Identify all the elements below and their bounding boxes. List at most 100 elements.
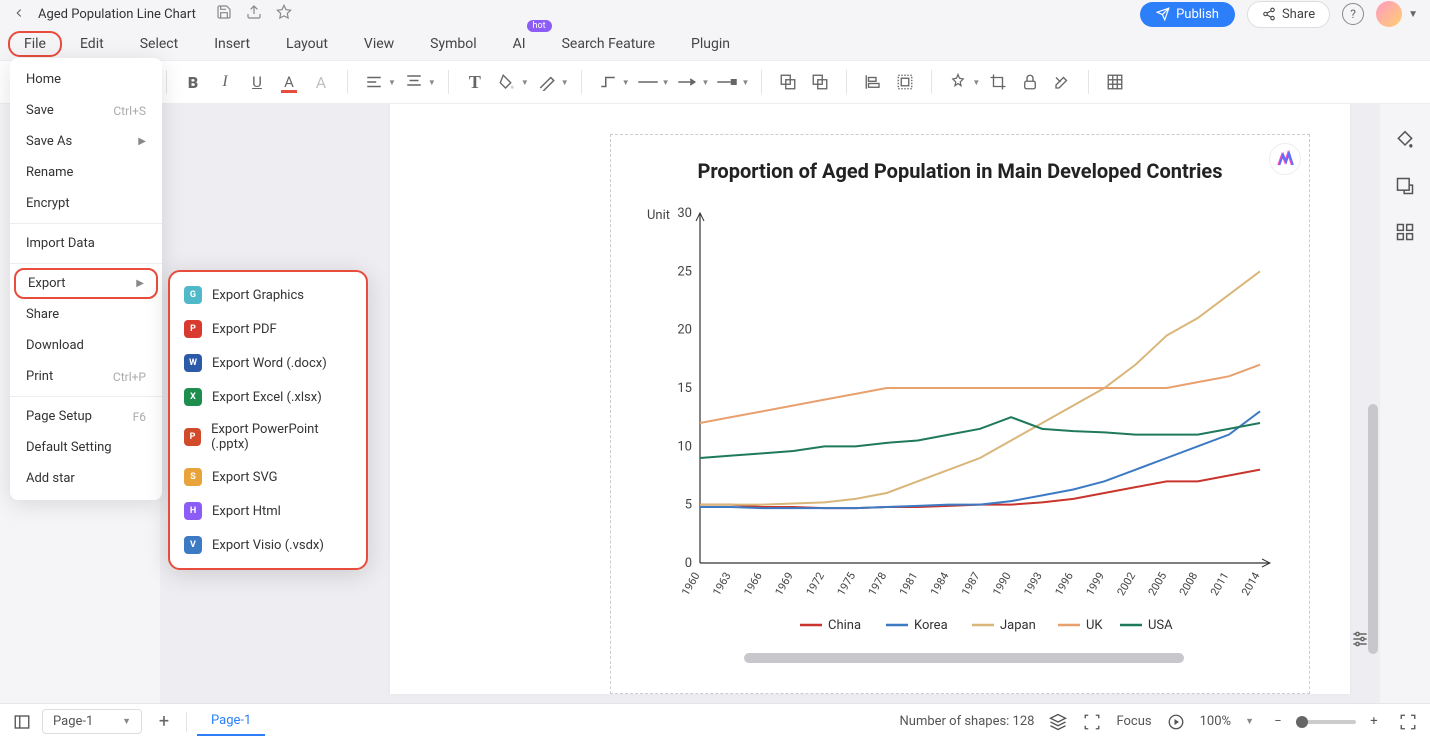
menu-home[interactable]: Home xyxy=(10,64,162,95)
file-type-icon: X xyxy=(184,388,202,406)
chart-container[interactable]: Proportion of Aged Population in Main De… xyxy=(610,134,1310,694)
menu-add-star[interactable]: Add star xyxy=(10,463,162,494)
fill-button[interactable] xyxy=(493,68,521,96)
page-select[interactable]: Page-1▼ xyxy=(42,709,142,734)
svg-text:25: 25 xyxy=(677,264,692,279)
send-back-button[interactable] xyxy=(774,68,802,96)
menu-page-setup[interactable]: Page SetupF6 xyxy=(10,401,162,432)
fontcolor-button[interactable]: A xyxy=(275,68,303,96)
menu-save[interactable]: SaveCtrl+S xyxy=(10,95,162,126)
menu-rename[interactable]: Rename xyxy=(10,157,162,188)
line-style-button[interactable] xyxy=(634,68,662,96)
fullscreen-icon[interactable] xyxy=(1398,712,1418,732)
horizontal-scrollbar[interactable] xyxy=(744,653,1184,663)
svg-text:2011: 2011 xyxy=(1208,570,1232,598)
lock-button[interactable] xyxy=(1016,68,1044,96)
publish-button[interactable]: Publish xyxy=(1140,2,1235,27)
export-export-visio-vsdx[interactable]: VExport Visio (.vsdx) xyxy=(170,528,366,562)
menu-file[interactable]: File xyxy=(8,31,62,57)
align-button[interactable] xyxy=(360,68,388,96)
export-export-graphics[interactable]: GExport Graphics xyxy=(170,278,366,312)
bold-button[interactable]: B xyxy=(179,68,207,96)
svg-text:1996: 1996 xyxy=(1052,570,1076,598)
svg-text:1966: 1966 xyxy=(741,570,765,598)
menu-edit[interactable]: Edit xyxy=(62,30,122,58)
outline-icon[interactable] xyxy=(12,712,32,732)
page-tab[interactable]: Page-1 xyxy=(197,707,265,736)
save-icon[interactable] xyxy=(216,4,232,24)
expand-panel-icon[interactable] xyxy=(1393,174,1417,198)
tools-button[interactable] xyxy=(1048,68,1076,96)
zoom-out-button[interactable]: − xyxy=(1268,712,1288,732)
menu-export[interactable]: Export▶ xyxy=(14,268,158,299)
layers-icon[interactable] xyxy=(1048,712,1068,732)
text-tool-button[interactable]: T xyxy=(461,68,489,96)
export-export-powerpoint-pptx[interactable]: PExport PowerPoint (.pptx) xyxy=(170,414,366,460)
zoom-value[interactable]: 100% xyxy=(1200,714,1231,729)
export-export-word-docx[interactable]: WExport Word (.docx) xyxy=(170,346,366,380)
svg-text:Unit: Unit xyxy=(647,208,670,223)
export-export-excel-xlsx[interactable]: XExport Excel (.xlsx) xyxy=(170,380,366,414)
connector-button[interactable] xyxy=(594,68,622,96)
help-icon[interactable]: ? xyxy=(1342,3,1364,25)
export-export-pdf[interactable]: PExport PDF xyxy=(170,312,366,346)
page[interactable]: Proportion of Aged Population in Main De… xyxy=(390,104,1350,694)
arrow-style-button[interactable] xyxy=(674,68,702,96)
menu-symbol[interactable]: Symbol xyxy=(412,30,494,58)
table-button[interactable] xyxy=(1101,68,1129,96)
menu-insert[interactable]: Insert xyxy=(196,30,268,58)
file-type-icon: S xyxy=(184,468,202,486)
svg-text:1969: 1969 xyxy=(772,570,796,598)
menu-plugin[interactable]: Plugin xyxy=(673,30,748,58)
effects-button[interactable] xyxy=(944,68,972,96)
line-end-button[interactable] xyxy=(713,68,741,96)
menu-share[interactable]: Share xyxy=(10,299,162,330)
export-export-html[interactable]: HExport Html xyxy=(170,494,366,528)
menu-default-setting[interactable]: Default Setting xyxy=(10,432,162,463)
presentation-icon[interactable] xyxy=(1166,712,1186,732)
menu-import-data[interactable]: Import Data xyxy=(10,228,162,259)
align-objects-button[interactable] xyxy=(859,68,887,96)
file-type-icon: V xyxy=(184,536,202,554)
menu-print[interactable]: PrintCtrl+P xyxy=(10,361,162,392)
grid-panel-icon[interactable] xyxy=(1393,220,1417,244)
underline-button[interactable]: U xyxy=(243,68,271,96)
settings-float-icon[interactable] xyxy=(1346,625,1374,653)
shapes-count: Number of shapes: 128 xyxy=(900,714,1035,729)
group-button[interactable] xyxy=(891,68,919,96)
menu-layout[interactable]: Layout xyxy=(268,30,346,58)
crop-button[interactable] xyxy=(984,68,1012,96)
focus-icon[interactable] xyxy=(1082,712,1102,732)
file-type-icon: W xyxy=(184,354,202,372)
avatar[interactable] xyxy=(1376,1,1402,27)
menu-search-feature[interactable]: Search Feature xyxy=(544,30,673,58)
focus-label[interactable]: Focus xyxy=(1116,714,1151,729)
svg-text:2005: 2005 xyxy=(1146,570,1170,598)
menu-download[interactable]: Download xyxy=(10,330,162,361)
text-bgcolor-button[interactable]: A xyxy=(307,68,335,96)
account-caret-icon[interactable]: ▼ xyxy=(1408,9,1418,20)
vertical-scrollbar[interactable] xyxy=(1368,404,1378,654)
export-icon[interactable] xyxy=(246,4,262,24)
line-color-button[interactable] xyxy=(533,68,561,96)
zoom-in-button[interactable]: + xyxy=(1364,712,1384,732)
menu-ai[interactable]: AIhot xyxy=(495,30,544,58)
share-label: Share xyxy=(1282,7,1315,22)
valign-button[interactable] xyxy=(400,68,428,96)
fill-panel-icon[interactable] xyxy=(1393,128,1417,152)
add-page-button[interactable]: + xyxy=(152,710,176,734)
menu-encrypt[interactable]: Encrypt xyxy=(10,188,162,219)
svg-text:1978: 1978 xyxy=(866,570,890,598)
svg-text:5: 5 xyxy=(685,498,692,513)
zoom-slider[interactable] xyxy=(1296,720,1356,724)
menu-save-as[interactable]: Save As▶ xyxy=(10,126,162,157)
back-icon[interactable] xyxy=(12,5,26,24)
share-button[interactable]: Share xyxy=(1247,1,1330,28)
export-item-label: Export PowerPoint (.pptx) xyxy=(211,422,352,452)
menu-view[interactable]: View xyxy=(346,30,412,58)
export-export-svg[interactable]: SExport SVG xyxy=(170,460,366,494)
italic-button[interactable]: I xyxy=(211,68,239,96)
bring-front-button[interactable] xyxy=(806,68,834,96)
menu-select[interactable]: Select xyxy=(122,30,196,58)
star-icon[interactable] xyxy=(276,4,292,24)
